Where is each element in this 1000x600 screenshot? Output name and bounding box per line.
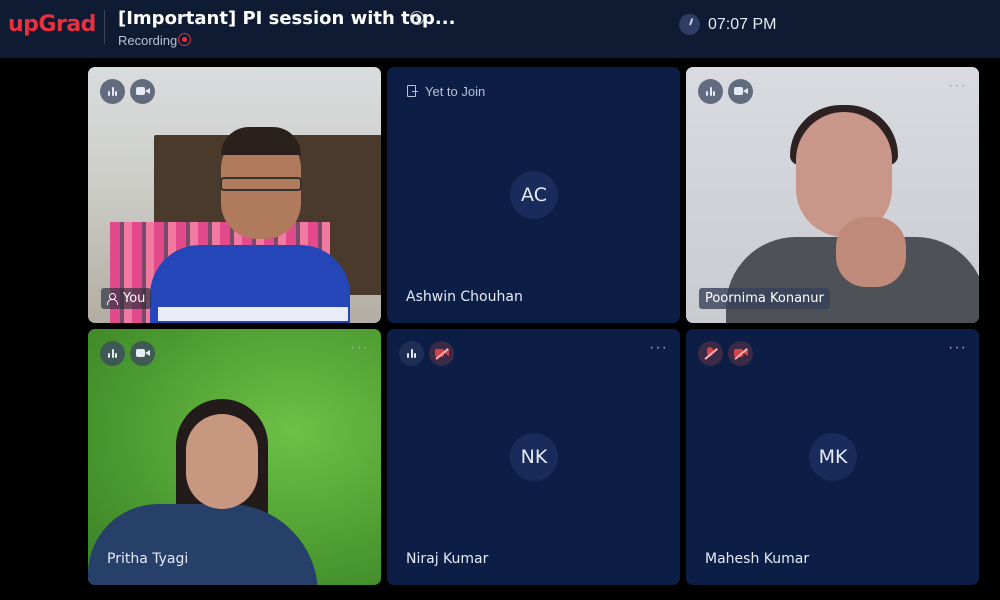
participant-name: Mahesh Kumar	[705, 551, 810, 567]
mic-off-icon[interactable]	[698, 341, 723, 366]
participant-video	[88, 67, 381, 323]
participant-name: Pritha Tyagi	[107, 551, 189, 567]
more-options-icon[interactable]: ···	[948, 78, 967, 94]
camera-off-icon[interactable]	[728, 341, 753, 366]
recording-label: Recording	[118, 33, 178, 48]
participant-tile-poornima[interactable]: ··· Poornima Konanur	[686, 67, 979, 323]
header-divider	[104, 10, 105, 44]
clock-icon	[679, 14, 700, 35]
participant-avatar: AC	[510, 171, 558, 219]
info-icon[interactable]: i	[410, 11, 424, 25]
participant-name-chip: You	[101, 288, 152, 309]
participant-name: Ashwin Chouhan	[406, 289, 523, 305]
participant-video	[88, 329, 381, 585]
camera-icon[interactable]	[728, 79, 753, 104]
audio-level-icon[interactable]	[698, 79, 723, 104]
participant-name-chip: Poornima Konanur	[699, 288, 830, 309]
more-options-icon[interactable]: ···	[649, 340, 668, 356]
participant-tile-pritha[interactable]: ··· Pritha Tyagi	[88, 329, 381, 585]
camera-icon[interactable]	[130, 79, 155, 104]
camera-off-icon[interactable]	[429, 341, 454, 366]
audio-level-icon[interactable]	[100, 341, 125, 366]
more-options-icon[interactable]: ···	[350, 340, 369, 356]
audio-level-icon[interactable]	[100, 79, 125, 104]
participant-tile-mahesh[interactable]: ··· MK Mahesh Kumar	[686, 329, 979, 585]
top-bar: upGrad [Important] PI session with top..…	[0, 0, 1000, 58]
user-icon	[107, 293, 118, 305]
participant-avatar: NK	[510, 433, 558, 481]
participant-tile-ashwin[interactable]: Yet to Join AC Ashwin Chouhan	[387, 67, 680, 323]
participant-avatar: MK	[809, 433, 857, 481]
participant-video	[686, 67, 979, 323]
clock-time: 07:07 PM	[708, 16, 777, 33]
yet-to-join-label: Yet to Join	[425, 84, 486, 99]
participant-name: Niraj Kumar	[406, 551, 489, 567]
participant-tile-niraj[interactable]: ··· NK Niraj Kumar	[387, 329, 680, 585]
more-options-icon[interactable]: ···	[948, 340, 967, 356]
upgrad-logo: upGrad	[8, 12, 96, 37]
camera-icon[interactable]	[130, 341, 155, 366]
recording-icon	[178, 33, 191, 46]
person-image	[88, 504, 318, 585]
audio-level-icon[interactable]	[399, 341, 424, 366]
participant-tile-you[interactable]: You	[88, 67, 381, 323]
session-title: [Important] PI session with top...	[118, 8, 456, 29]
